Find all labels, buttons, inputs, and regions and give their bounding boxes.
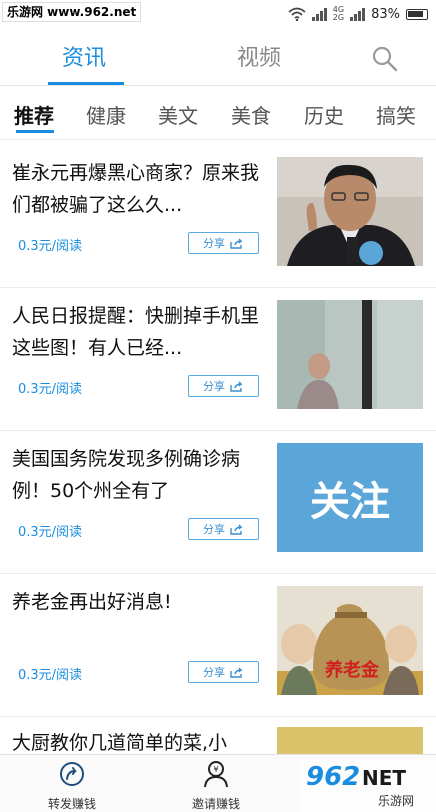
share-icon xyxy=(230,238,243,249)
nav-invite-label: 邀请赚钱 xyxy=(191,797,240,811)
article-item[interactable]: 人民日报提醒：快删掉手机里这些图！有人已经... 0.3元/阅读 分享 xyxy=(0,288,436,431)
article-thumbnail[interactable] xyxy=(277,157,423,266)
article-reward: 0.3元/阅读 xyxy=(18,382,83,397)
category-funny[interactable]: 搞笑 xyxy=(376,100,416,129)
top-tab-bar: 资讯 视频 xyxy=(0,28,436,86)
search-button[interactable] xyxy=(370,44,400,74)
article-title[interactable]: 崔永元再爆黑心商家？原来我们都被骗了这么久... xyxy=(12,157,266,221)
article-item[interactable]: 美国国务院发现多例确诊病例！50个州全有了 0.3元/阅读 分享 关注 xyxy=(0,431,436,574)
article-item[interactable]: 养老金再出好消息! 0.3元/阅读 分享 养老金 xyxy=(0,574,436,717)
nav-invite-earn[interactable]: ¥ 邀请赚钱 xyxy=(166,759,266,812)
category-indicator xyxy=(16,130,54,133)
category-essay[interactable]: 美文 xyxy=(158,100,198,129)
article-title[interactable]: 人民日报提醒：快删掉手机里这些图！有人已经... xyxy=(12,300,266,364)
article-reward: 0.3元/阅读 xyxy=(18,239,83,254)
article-item[interactable]: 大厨教你几道简单的菜,小 xyxy=(0,717,436,757)
svg-text:¥: ¥ xyxy=(213,765,218,774)
share-button[interactable]: 分享 xyxy=(188,518,259,540)
category-bar: 推荐 健康 美文 美食 历史 搞笑 xyxy=(0,90,436,140)
battery-percent: 83% xyxy=(371,6,400,22)
blurry-photo xyxy=(277,300,423,409)
tab-video[interactable]: 视频 xyxy=(237,40,281,72)
signal-icon xyxy=(311,7,327,21)
tab-news-indicator xyxy=(48,82,124,85)
watermark-sub: 乐游网 xyxy=(378,794,415,808)
share-label: 分享 xyxy=(203,380,225,393)
network-type: 4G 2G xyxy=(332,5,345,22)
share-label: 分享 xyxy=(203,666,225,679)
article-thumbnail[interactable] xyxy=(277,300,423,409)
watermark-brand: 962 xyxy=(306,762,361,792)
search-icon xyxy=(372,46,398,72)
pension-label: 养老金 xyxy=(325,660,379,681)
article-thumbnail[interactable]: 养老金 xyxy=(277,586,423,695)
site-watermark: 乐游网 www.962.net xyxy=(2,2,142,22)
watermark-net: NET xyxy=(362,766,407,790)
site-logo-watermark: 962 NET 乐游网 xyxy=(300,760,436,812)
share-icon xyxy=(230,524,243,535)
share-icon xyxy=(230,667,243,678)
battery-icon xyxy=(406,8,428,20)
wifi-icon xyxy=(288,7,306,21)
invite-user-icon: ¥ xyxy=(204,761,228,788)
man-speaking-photo xyxy=(277,157,423,266)
signal-icon-2 xyxy=(350,7,366,21)
category-history[interactable]: 历史 xyxy=(304,100,344,129)
share-icon xyxy=(230,381,243,392)
category-food[interactable]: 美食 xyxy=(231,100,271,129)
status-icons: 4G 2G 83% xyxy=(288,4,428,24)
nav-repost-earn[interactable]: 转发赚钱 xyxy=(22,759,122,812)
category-recommend[interactable]: 推荐 xyxy=(14,100,54,129)
article-reward: 0.3元/阅读 xyxy=(18,525,83,540)
category-health[interactable]: 健康 xyxy=(86,100,126,129)
article-title[interactable]: 养老金再出好消息! xyxy=(12,586,266,618)
follow-thumbnail-text: 关注 xyxy=(310,478,390,525)
article-reward: 0.3元/阅读 xyxy=(18,668,83,683)
share-label: 分享 xyxy=(203,523,225,536)
tab-news[interactable]: 资讯 xyxy=(62,40,106,72)
share-label: 分享 xyxy=(203,237,225,250)
article-item[interactable]: 崔永元再爆黑心商家？原来我们都被骗了这么久... 0.3元/阅读 分享 xyxy=(0,145,436,288)
food-thumbnail[interactable] xyxy=(277,727,423,757)
status-bar: 乐游网 www.962.net 4G 2G 83% xyxy=(0,0,436,28)
share-button[interactable]: 分享 xyxy=(188,375,259,397)
nav-repost-label: 转发赚钱 xyxy=(47,797,96,811)
follow-thumbnail[interactable]: 关注 xyxy=(277,443,423,552)
share-button[interactable]: 分享 xyxy=(188,232,259,254)
share-button[interactable]: 分享 xyxy=(188,661,259,683)
repost-icon xyxy=(60,762,84,786)
article-title[interactable]: 美国国务院发现多例确诊病例！50个州全有了 xyxy=(12,443,266,507)
